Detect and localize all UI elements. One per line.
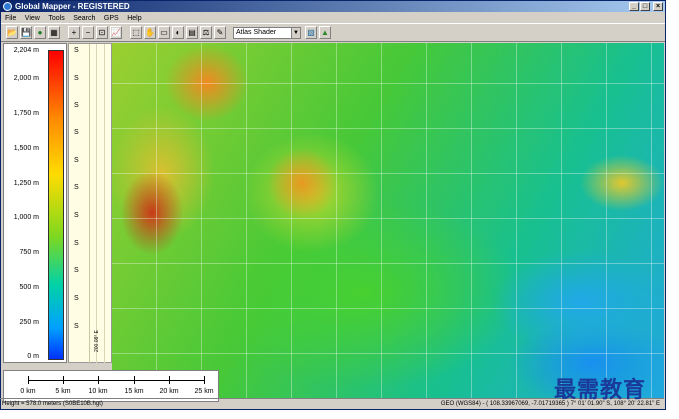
layers-icon[interactable]: ▤ xyxy=(186,26,198,39)
scale-tick xyxy=(98,376,99,384)
ruler-label: S xyxy=(74,323,79,330)
config-icon[interactable]: ▦ xyxy=(48,26,60,39)
save-icon[interactable]: 💾 xyxy=(20,26,32,39)
ruler-label: S xyxy=(74,295,79,302)
scale-label: 15 km xyxy=(124,388,144,395)
menu-view[interactable]: View xyxy=(25,15,40,22)
legend-label: 1,250 m xyxy=(13,180,39,187)
scale-tick xyxy=(134,376,135,384)
ruler-label: S xyxy=(74,75,79,82)
ruler-label: S xyxy=(74,157,79,164)
tool-icon[interactable]: ✎ xyxy=(214,26,226,39)
scale-label: 0 km xyxy=(20,388,36,395)
scale-label: 20 km xyxy=(159,388,179,395)
terrain-icon[interactable]: ▲ xyxy=(319,26,331,39)
select-icon[interactable]: ⬚ xyxy=(130,26,142,39)
elevation-map-view[interactable] xyxy=(112,43,664,398)
ruler-divider xyxy=(89,44,90,364)
menu-file[interactable]: File xyxy=(5,15,16,22)
pan-icon[interactable]: ✋ xyxy=(144,26,156,39)
chart-icon[interactable]: 📈 xyxy=(110,26,122,39)
ruler-label: S xyxy=(74,184,79,191)
maximize-button[interactable]: □ xyxy=(640,2,650,11)
close-button[interactable]: × xyxy=(653,2,663,11)
shader-select-value: Atlas Shader xyxy=(236,29,277,36)
legend-label: 1,750 m xyxy=(13,110,39,117)
ruler-label: S xyxy=(74,240,79,247)
zoom-out-icon[interactable]: − xyxy=(82,26,94,39)
menu-search[interactable]: Search xyxy=(73,15,95,22)
map-icon[interactable]: ◐ xyxy=(172,26,184,39)
legend-label: 0 m xyxy=(27,353,39,360)
legend-label: 500 m xyxy=(19,284,39,291)
ruler-label: S xyxy=(74,47,79,54)
app-icon xyxy=(3,2,12,11)
legend-label: 1,500 m xyxy=(13,145,39,152)
scale-tick xyxy=(169,376,170,384)
scale-label: 10 km xyxy=(88,388,108,395)
status-height: Height = 578.0 meters (S0BE10B.hgt) xyxy=(2,401,103,407)
menu-tools[interactable]: Tools xyxy=(48,15,64,22)
coordinate-ruler: S S S S S S S S S S S 200.08° E xyxy=(68,43,112,364)
zoom-box-icon[interactable]: ⊡ xyxy=(96,26,108,39)
toolbar: 📂 💾 ● ▦ + − ⊡ 📈 ⬚ ✋ ▭ ◐ ▤ ⚖ ✎ Atlas Shad… xyxy=(1,23,665,42)
title-bar: Global Mapper - REGISTERED _ □ × xyxy=(1,1,665,12)
path-icon[interactable]: ⚖ xyxy=(200,26,212,39)
window-title: Global Mapper - REGISTERED xyxy=(15,2,130,11)
ruler-label: S xyxy=(74,267,79,274)
shader-icon[interactable]: ▧ xyxy=(305,26,317,39)
open-icon[interactable]: 📂 xyxy=(6,26,18,39)
legend-label: 250 m xyxy=(19,319,39,326)
ruler-coordinate-label: 200.08° E xyxy=(94,329,100,352)
elevation-color-bar xyxy=(48,50,64,360)
menu-bar: File View Tools Search GPS Help xyxy=(1,12,665,23)
scale-label: 25 km xyxy=(194,388,214,395)
legend-label: 750 m xyxy=(19,249,39,256)
ruler-grid xyxy=(89,44,112,364)
legend-label: 2,000 m xyxy=(13,75,39,82)
menu-gps[interactable]: GPS xyxy=(104,15,119,22)
scale-label: 5 km xyxy=(55,388,71,395)
map-grid xyxy=(112,43,664,398)
ruler-label: S xyxy=(74,212,79,219)
ruler-label: S xyxy=(74,102,79,109)
scale-tick xyxy=(28,376,29,384)
chevron-down-icon[interactable]: ▼ xyxy=(291,28,300,38)
scale-tick xyxy=(63,376,64,384)
measure-icon[interactable]: ▭ xyxy=(158,26,170,39)
scale-line xyxy=(28,380,204,381)
ruler-label: S xyxy=(74,129,79,136)
watermark: 最需教育 xyxy=(554,378,647,403)
legend-label: 2,204 m xyxy=(13,47,39,54)
elevation-legend: 2,204 m 2,000 m 1,750 m 1,500 m 1,250 m … xyxy=(3,43,67,363)
scale-tick xyxy=(204,376,205,384)
shader-select[interactable]: Atlas Shader ▼ xyxy=(233,27,301,39)
zoom-in-icon[interactable]: + xyxy=(68,26,80,39)
minimize-button[interactable]: _ xyxy=(629,2,639,11)
menu-help[interactable]: Help xyxy=(127,15,141,22)
globe-icon[interactable]: ● xyxy=(34,26,46,39)
legend-label: 1,000 m xyxy=(13,214,39,221)
